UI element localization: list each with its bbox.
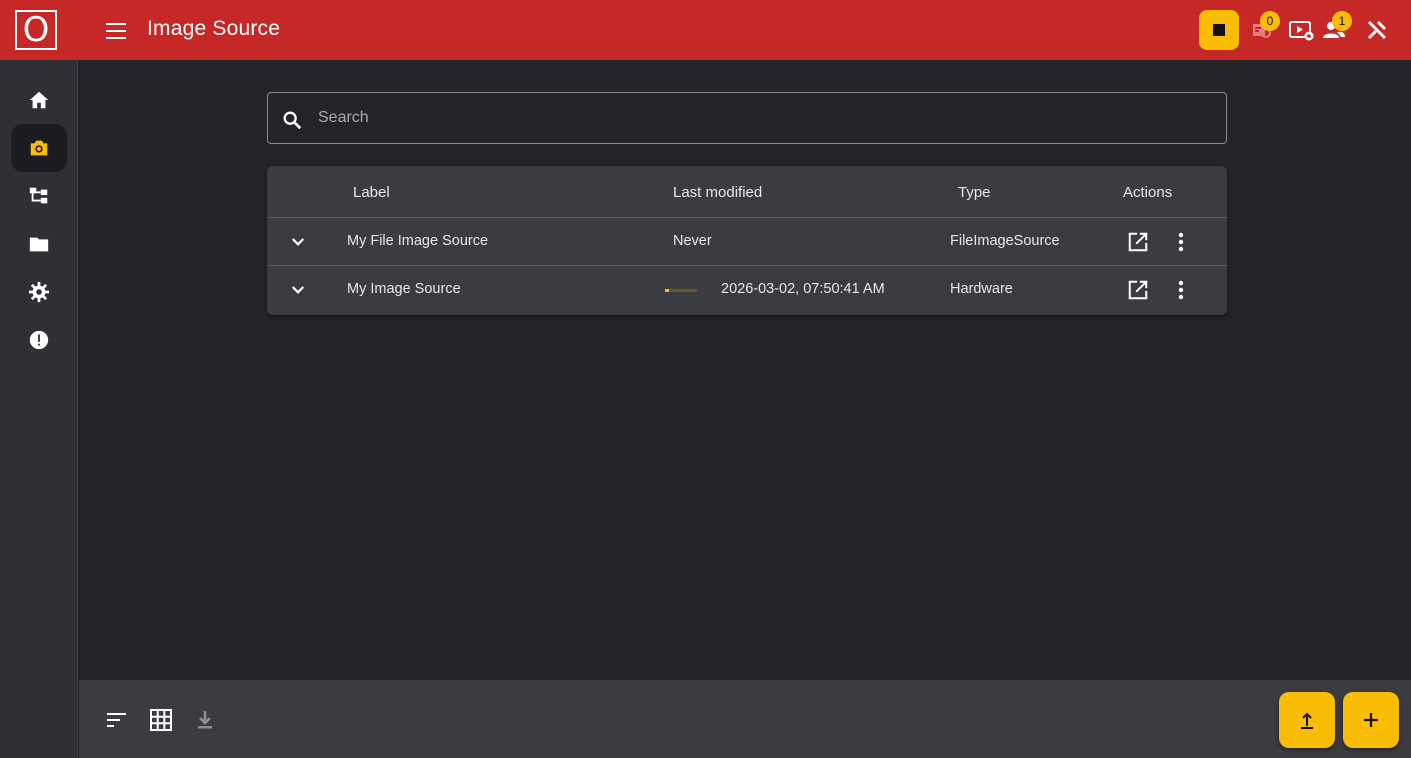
grid-icon[interactable] xyxy=(150,709,172,731)
progress-bar xyxy=(665,289,697,292)
open-external-icon[interactable] xyxy=(1127,279,1149,301)
upload-button[interactable] xyxy=(1279,692,1335,748)
sidebar-item-files[interactable] xyxy=(11,220,67,268)
sidebar-item-image-source[interactable] xyxy=(11,124,67,172)
search-field xyxy=(267,92,1227,144)
row-last-modified: Never xyxy=(673,233,712,249)
license-badge: 0 xyxy=(1260,11,1280,31)
search-input[interactable] xyxy=(318,93,1208,143)
sidebar xyxy=(0,60,78,758)
header-type[interactable]: Type xyxy=(958,184,991,201)
page-title: Image Source xyxy=(147,17,281,40)
header-label[interactable]: Label xyxy=(353,184,390,201)
row-type: Hardware xyxy=(950,281,1013,297)
image-source-table: Label Last modified Type Actions My File… xyxy=(267,166,1227,315)
header-last-modified[interactable]: Last modified xyxy=(673,184,762,201)
progress-fill xyxy=(665,289,669,292)
row-type: FileImageSource xyxy=(950,233,1060,249)
tools-icon[interactable] xyxy=(1365,18,1391,44)
folder-icon xyxy=(29,237,49,252)
add-icon xyxy=(1364,713,1378,727)
table-row[interactable]: My Image Source 2026-03-02, 07:50:41 AM … xyxy=(267,265,1227,313)
camera-icon xyxy=(30,140,48,156)
more-vert-icon[interactable] xyxy=(1171,279,1191,301)
sidebar-item-settings[interactable] xyxy=(11,268,67,316)
stop-icon xyxy=(1213,24,1225,36)
row-label: My Image Source xyxy=(347,281,461,297)
home-icon xyxy=(29,91,49,109)
users-badge: 1 xyxy=(1332,11,1352,31)
row-last-modified: 2026-03-02, 07:50:41 AM xyxy=(721,281,885,297)
sidebar-item-home[interactable] xyxy=(11,76,67,124)
video-settings-icon[interactable] xyxy=(1289,18,1315,44)
search-icon xyxy=(283,111,302,130)
more-vert-icon[interactable] xyxy=(1171,231,1191,253)
hierarchy-icon xyxy=(29,187,48,204)
header-actions: Actions xyxy=(1123,184,1173,201)
chevron-down-icon[interactable] xyxy=(289,281,307,299)
sidebar-item-hierarchy[interactable] xyxy=(11,172,67,220)
bottom-toolbar xyxy=(79,680,1411,758)
gear-icon xyxy=(28,281,50,303)
sidebar-item-alerts[interactable] xyxy=(11,316,67,364)
logo-letter: O xyxy=(22,10,50,50)
menu-icon[interactable] xyxy=(106,20,126,40)
chevron-down-icon[interactable] xyxy=(289,233,307,251)
app-header: O Image Source 0 1 xyxy=(0,0,1411,60)
download-icon[interactable] xyxy=(195,709,215,731)
table-row[interactable]: My File Image Source Never FileImageSour… xyxy=(267,217,1227,265)
sort-icon[interactable] xyxy=(106,710,128,730)
upload-icon xyxy=(1301,712,1313,729)
row-label: My File Image Source xyxy=(347,233,489,249)
stop-button[interactable] xyxy=(1199,10,1239,50)
add-button[interactable] xyxy=(1343,692,1399,748)
app-logo[interactable]: O xyxy=(15,10,57,50)
open-external-icon[interactable] xyxy=(1127,231,1149,253)
alert-icon xyxy=(29,330,49,350)
